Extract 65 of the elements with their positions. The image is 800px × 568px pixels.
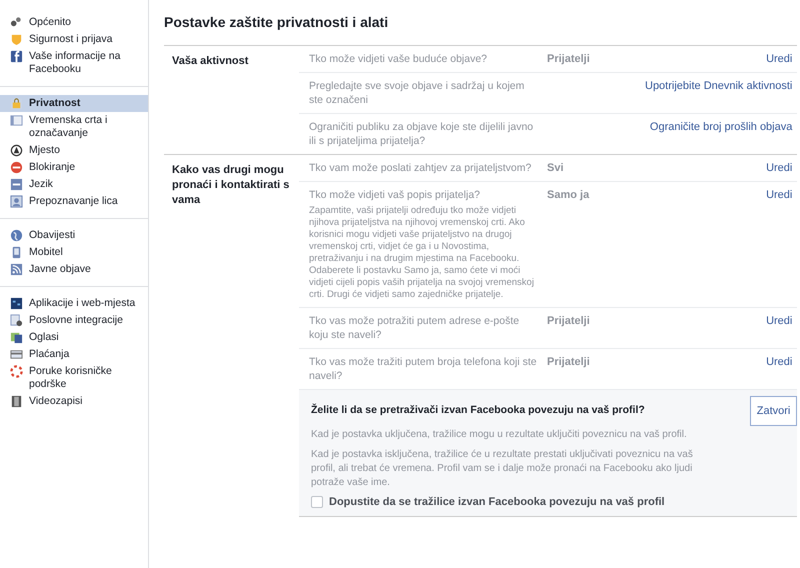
sidebar-icon — [10, 263, 23, 276]
sidebar-item[interactable]: Obavijesti — [0, 227, 148, 244]
sidebar-icon — [10, 229, 23, 242]
sidebar-icon — [10, 246, 23, 259]
setting-value: Samo ja — [547, 189, 590, 201]
checkbox[interactable] — [311, 496, 323, 508]
sidebar-item[interactable]: Poslovne integracije — [0, 312, 148, 329]
sidebar-item[interactable]: Vremenska crta i označavanje — [0, 112, 148, 142]
sidebar-icon — [10, 144, 23, 157]
sidebar-icon — [10, 114, 23, 127]
sidebar-item[interactable]: Mobitel — [0, 244, 148, 261]
edit-link[interactable]: Uredi — [766, 53, 792, 65]
section-heading: Vaša aktivnost — [171, 54, 250, 69]
setting-value: Prijatelji — [547, 356, 590, 368]
sidebar-item[interactable]: Prepoznavanje lica — [0, 193, 148, 210]
sidebar-item[interactable]: Mjesto — [0, 142, 148, 159]
section-heading: Kako vas drugi mogu pronaći i kontaktirati s vama — [171, 163, 290, 208]
setting-question: Tko vas može tražiti putem broja telefona koji ste naveli? — [309, 355, 538, 383]
sidebar-icon — [10, 195, 23, 208]
edit-link[interactable]: Uredi — [766, 315, 792, 327]
sidebar-icon — [10, 331, 23, 344]
sidebar-item[interactable]: Sigurnost i prijava — [0, 31, 148, 48]
sidebar-icon — [10, 365, 23, 378]
sidebar-icon — [10, 161, 23, 174]
panel-paragraph: Kad je postavka isključena, tražilice će u rezultate prestati uključivati poveznicu na vaš profil, ali trebat će vremena. Profil vam se i dalje može pronaći na Facebooku ako ljudi potraže vaše ime. — [311, 448, 694, 490]
edit-link[interactable]: Uredi — [766, 162, 792, 174]
edit-link[interactable]: Uredi — [766, 356, 792, 368]
setting-question: Ograničiti publiku za objave koje ste dijelili javno ili s prijateljima prijatelja? — [309, 120, 534, 148]
setting-question: Tko može vidjeti vaše buduće objave? — [309, 52, 488, 66]
setting-value: Prijatelji — [547, 315, 590, 327]
sidebar-item[interactable]: Općenito — [0, 14, 148, 31]
sidebar-icon — [10, 50, 23, 63]
setting-question: Pregledajte sve svoje objave i sadržaj u kojem ste označeni — [309, 79, 526, 107]
sidebar-icon — [10, 314, 23, 327]
sidebar-item[interactable]: Aplikacije i web-mjesta — [0, 295, 148, 312]
setting-question: Tko vam može poslati zahtjev za prijateljstvom? — [309, 161, 532, 175]
sidebar-icon — [10, 97, 23, 110]
sidebar-item[interactable]: Videozapisi — [0, 393, 148, 410]
setting-question: Tko može vidjeti vaš popis prijatelja? — [309, 188, 481, 202]
sidebar-item[interactable]: Blokiranje — [0, 159, 148, 176]
edit-link[interactable]: Upotrijebite Dnevnik aktivnosti — [645, 80, 792, 92]
sidebar-item[interactable]: Plaćanja — [0, 346, 148, 363]
sidebar-item[interactable]: Poruke korisničke podrške — [0, 363, 148, 393]
sidebar-item[interactable]: Vaše informacije na Facebooku — [0, 48, 148, 78]
checkbox-label[interactable]: Dopustite da se tražilice izvan Facebooka povezuju na vaš profil — [329, 496, 665, 508]
panel-question: Želite li da se pretraživači izvan Facebooka povezuju na vaš profil? — [311, 402, 646, 416]
close-button[interactable]: Zatvori — [750, 396, 798, 426]
edit-link[interactable]: Uredi — [766, 189, 792, 201]
sidebar-item[interactable]: Oglasi — [0, 329, 148, 346]
sidebar-item[interactable]: Privatnost — [0, 95, 148, 112]
sidebar-icon — [10, 178, 23, 191]
sidebar-icon — [10, 348, 23, 361]
edit-link[interactable]: Ograničite broj prošlih objava — [650, 121, 792, 133]
sidebar-icon — [10, 33, 23, 46]
sidebar-icon — [10, 16, 23, 29]
setting-description: Zapamtite, vaši prijatelji određuju tko može vidjeti njihova prijateljstva na njihovoj vremenskoj crti. Ako korisnici mogu vidjeti vaše prijateljstvo na drugoj vremenskoj crti, vidjet će ga i u Novostima, pretraživanju i na drugim mjestima na Facebooku. Odaberete li postavku Samo ja, samo ćete vi moći vidjeti cijeli popis vaših prijatelja na svojoj vremenskoj crti. Drugi će vidjeti samo zajedničke prijatelje. — [309, 205, 535, 301]
sidebar-icon — [10, 395, 23, 408]
setting-value: Prijatelji — [547, 53, 590, 65]
page-title: Postavke zaštite privatnosti i alati — [164, 14, 390, 30]
sidebar-item[interactable]: Jezik — [0, 176, 148, 193]
sidebar-item[interactable]: Javne objave — [0, 261, 148, 278]
sidebar-icon — [10, 297, 23, 310]
setting-value: Svi — [547, 162, 564, 174]
setting-question: Tko vas može potražiti putem adrese e-pošte koju ste naveli? — [309, 314, 520, 342]
panel-paragraph: Kad je postavka uključena, tražilice mogu u rezultate uključiti poveznicu na vaš profil. — [311, 428, 688, 442]
